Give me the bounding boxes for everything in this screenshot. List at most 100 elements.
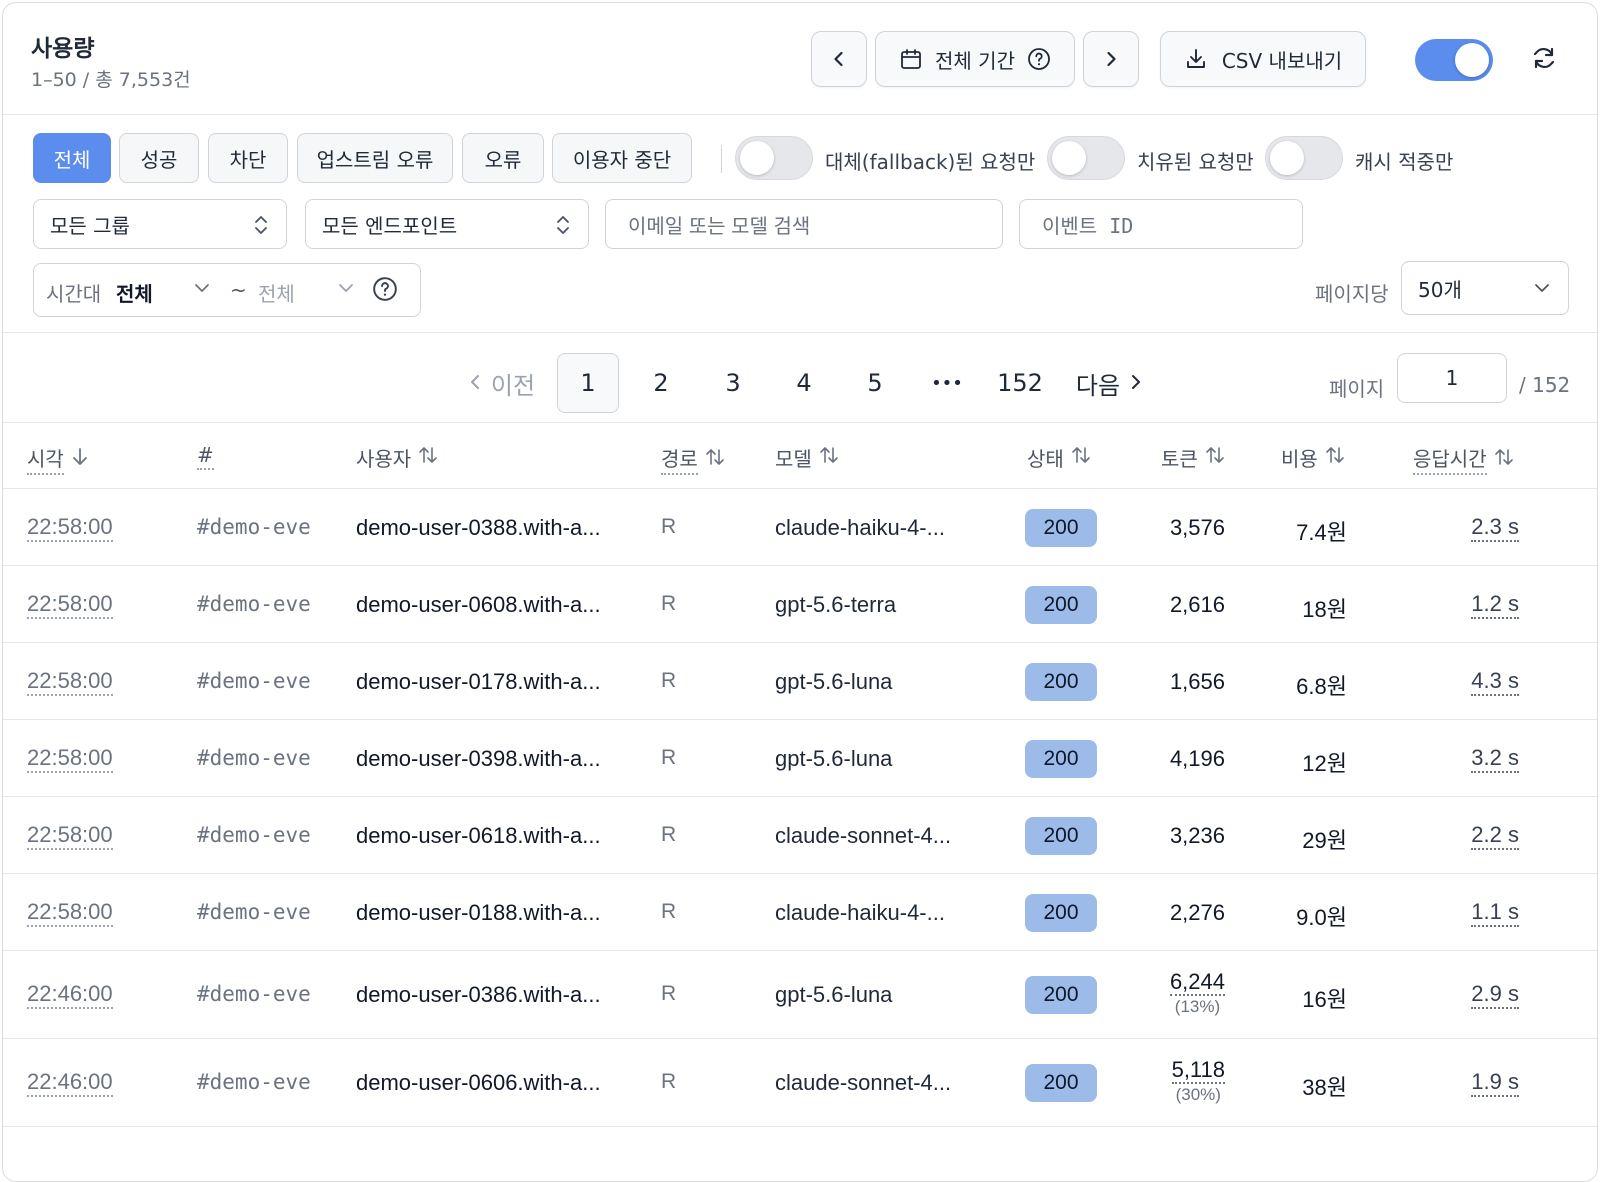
healed-toggle[interactable] (1047, 136, 1125, 180)
per-page-select[interactable]: 50개 (1401, 261, 1569, 315)
group-select[interactable]: 모든 그룹 (33, 199, 287, 249)
row-latency[interactable]: 4.3 s (1471, 668, 1519, 696)
row-event-id: #demo-eve (197, 1070, 311, 1094)
chip-blocked[interactable]: 차단 (208, 133, 288, 183)
row-cost: 12원 (1302, 750, 1347, 776)
help-circle-icon[interactable] (372, 276, 398, 307)
sort-arrow-icon (1070, 444, 1092, 471)
row-time[interactable]: 22:58:00 (27, 668, 113, 696)
row-event-id: #demo-eve (197, 514, 311, 539)
per-page-label: 페이지당 (1315, 282, 1389, 306)
row-route: R (661, 1070, 677, 1093)
download-icon (1184, 47, 1208, 71)
row-time[interactable]: 22:46:00 (27, 981, 113, 1009)
toggle-knob (1052, 141, 1086, 175)
row-time[interactable]: 22:58:00 (27, 514, 113, 542)
help-circle-icon[interactable] (1027, 47, 1051, 71)
chip-all[interactable]: 전체 (33, 133, 111, 183)
column-header-model[interactable]: 모델 (775, 443, 840, 472)
timezone-range[interactable]: 시간대 전체 ~ 전체 (33, 263, 421, 317)
row-latency[interactable]: 2.3 s (1471, 514, 1519, 542)
table-row[interactable]: 22:58:00 #demo-eve demo-user-0388.with-a..… (3, 489, 1597, 566)
column-label: # (197, 443, 214, 470)
page-button-last[interactable]: 152 (991, 353, 1049, 413)
row-tokens-value[interactable]: 5,118 (1171, 1057, 1225, 1084)
next-page-button[interactable]: 다음 (1071, 353, 1149, 413)
row-latency[interactable]: 1.2 s (1471, 591, 1519, 619)
period-button[interactable]: 전체 기간 (875, 31, 1075, 87)
page-button-4[interactable]: 4 (782, 353, 826, 413)
row-time[interactable]: 22:58:00 (27, 899, 113, 927)
row-tokens-cache-pct: (13%) (1174, 997, 1221, 1016)
status-badge: 200 (1025, 1064, 1097, 1102)
chevron-down-icon (1532, 278, 1552, 303)
row-user: demo-user-0608.with-a... (356, 591, 601, 617)
page-jump-label: 페이지 (1329, 377, 1385, 401)
row-route: R (661, 982, 677, 1005)
chip-success[interactable]: 성공 (119, 133, 199, 183)
row-time[interactable]: 22:58:00 (27, 591, 113, 619)
column-header-status[interactable]: 상태 (1027, 443, 1092, 472)
column-label: 모델 (775, 447, 812, 471)
table-row[interactable]: 22:46:00 #demo-eve demo-user-0606.with-a..… (3, 1039, 1597, 1127)
chevron-left-icon (467, 369, 483, 397)
cache-hit-toggle[interactable] (1265, 136, 1343, 180)
chip-upstream-error[interactable]: 업스트림 오류 (297, 133, 453, 183)
page-jump-input[interactable]: 1 (1397, 353, 1507, 403)
row-latency[interactable]: 2.2 s (1471, 822, 1519, 850)
row-time[interactable]: 22:58:00 (27, 745, 113, 773)
timezone-from[interactable]: 전체 (116, 278, 153, 307)
row-event-id: #demo-eve (197, 745, 311, 770)
column-header-time[interactable]: 시각 (27, 443, 90, 475)
search-input[interactable]: 이메일 또는 모델 검색 (605, 199, 1003, 249)
auto-refresh-toggle[interactable] (1415, 39, 1493, 81)
column-header-user[interactable]: 사용자 (356, 443, 439, 472)
column-label: 시각 (27, 443, 64, 475)
row-time[interactable]: 22:46:00 (27, 1069, 113, 1097)
column-header-latency[interactable]: 응답시간 (1413, 443, 1515, 475)
column-header-cost[interactable]: 비용 (1281, 443, 1346, 472)
csv-export-button[interactable]: CSV 내보내기 (1160, 31, 1366, 87)
row-tokens: 3,236 (1170, 823, 1225, 849)
sort-arrow-icon (704, 446, 726, 473)
table-row[interactable]: 22:58:00 #demo-eve demo-user-0618.with-a..… (3, 797, 1597, 874)
endpoint-select-value: 모든 엔드포인트 (322, 213, 458, 238)
column-label: 사용자 (356, 447, 412, 471)
column-label: 상태 (1027, 447, 1064, 471)
page-button-1[interactable]: 1 (557, 353, 619, 413)
chip-user-abort[interactable]: 이용자 중단 (552, 133, 692, 183)
chevron-left-icon (830, 50, 848, 68)
table-row[interactable]: 22:58:00 #demo-eve demo-user-0188.with-a..… (3, 874, 1597, 951)
prev-page-button[interactable]: 이전 (459, 353, 543, 413)
row-latency[interactable]: 3.2 s (1471, 745, 1519, 773)
timezone-to[interactable]: 전체 (258, 278, 295, 307)
chip-error[interactable]: 오류 (462, 133, 544, 183)
row-latency[interactable]: 2.9 s (1471, 981, 1519, 1009)
next-period-button[interactable] (1083, 31, 1139, 87)
column-header-tokens[interactable]: 토큰 (1161, 443, 1226, 472)
table-row[interactable]: 22:58:00 #demo-eve demo-user-0178.with-a..… (3, 643, 1597, 720)
row-tokens-value: 1,656 (1169, 668, 1225, 694)
column-label: 토큰 (1161, 447, 1198, 471)
endpoint-select[interactable]: 모든 엔드포인트 (305, 199, 589, 249)
sort-arrow-icon (1204, 444, 1226, 471)
row-time[interactable]: 22:58:00 (27, 822, 113, 850)
page-button-3[interactable]: 3 (711, 353, 755, 413)
row-route: R (661, 514, 677, 538)
row-tokens-value[interactable]: 6,244 (1169, 969, 1225, 996)
chevron-updown-icon (552, 212, 574, 243)
fallback-toggle[interactable] (735, 136, 813, 180)
table-row[interactable]: 22:46:00 #demo-eve demo-user-0386.with-a..… (3, 951, 1597, 1039)
row-latency[interactable]: 1.1 s (1471, 899, 1519, 927)
page-button-5[interactable]: 5 (853, 353, 897, 413)
refresh-button[interactable] (1527, 43, 1561, 77)
table-row[interactable]: 22:58:00 #demo-eve demo-user-0398.with-a..… (3, 720, 1597, 797)
table-row[interactable]: 22:58:00 #demo-eve demo-user-0608.with-a..… (3, 566, 1597, 643)
row-latency[interactable]: 1.9 s (1471, 1069, 1519, 1097)
page-button-2[interactable]: 2 (639, 353, 683, 413)
prev-period-button[interactable] (811, 31, 867, 87)
column-header-route[interactable]: 경로 (661, 443, 726, 475)
chevron-updown-icon (250, 212, 272, 243)
row-model: gpt-5.6-luna (775, 745, 893, 771)
event-id-input[interactable]: 이벤트 ID (1019, 199, 1303, 249)
